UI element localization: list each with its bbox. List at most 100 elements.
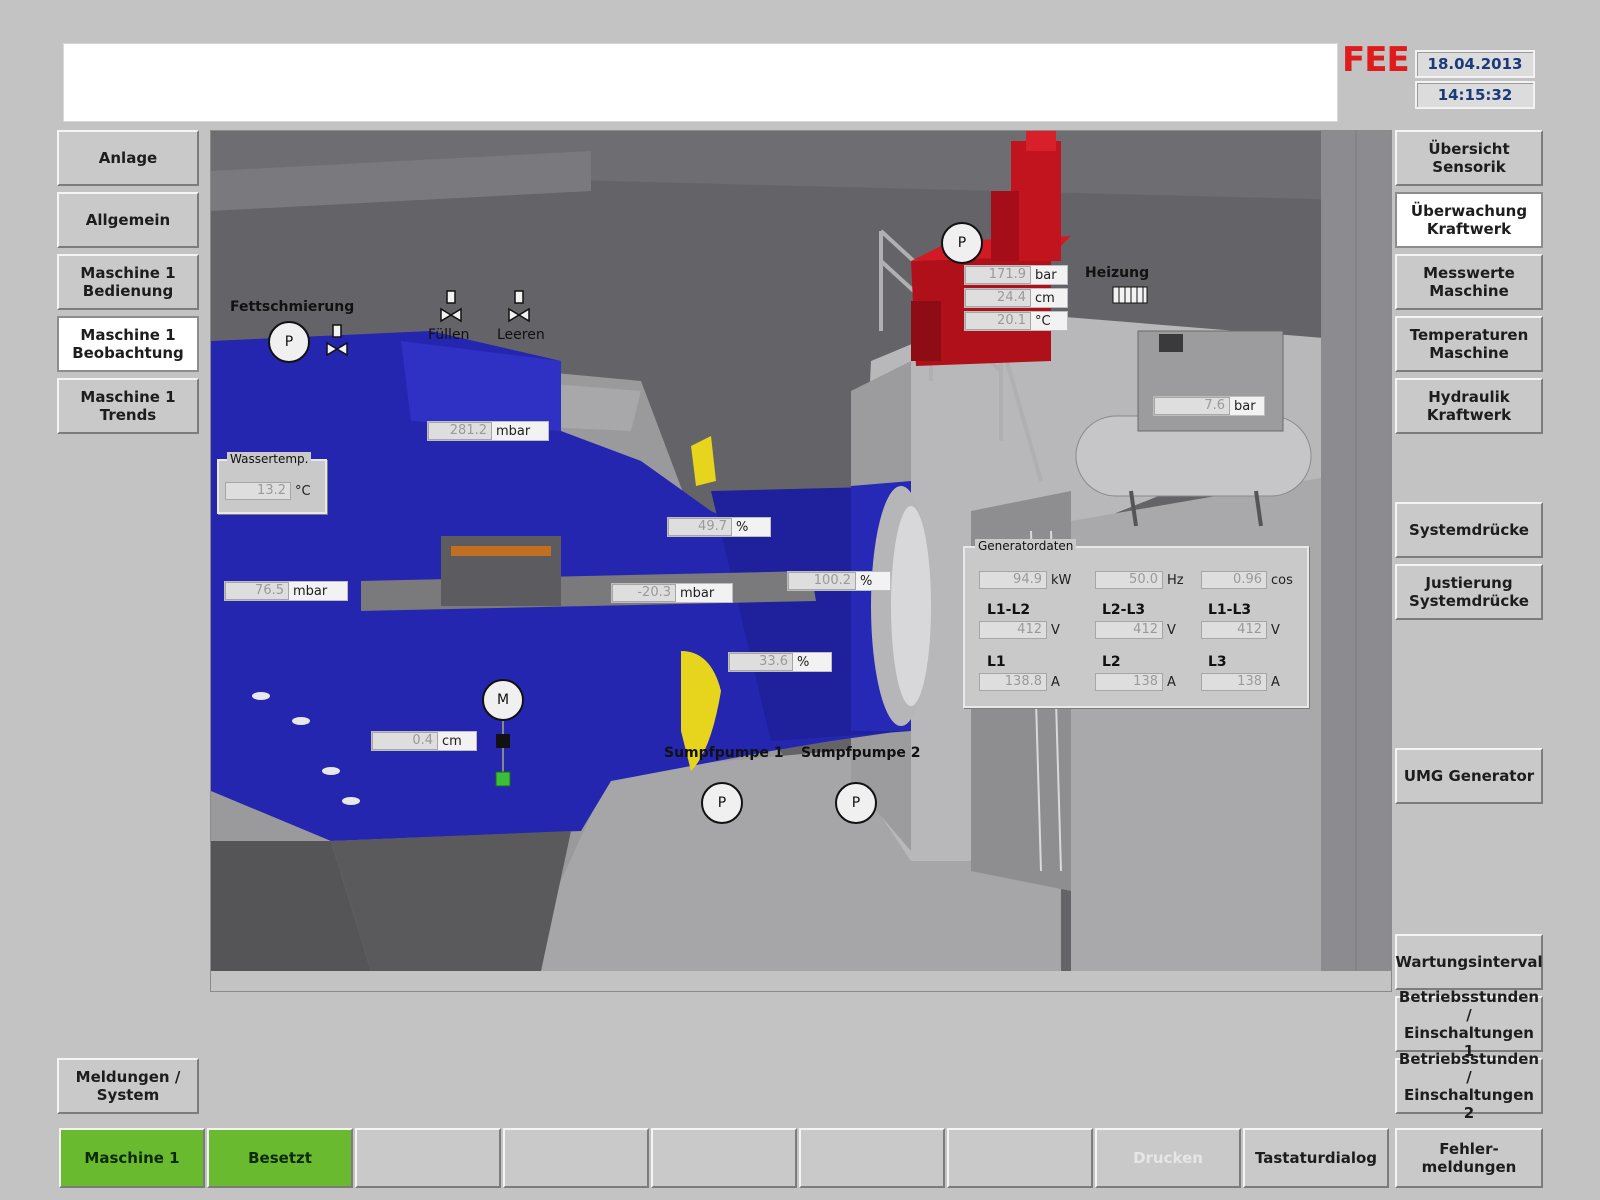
date-display: 18.04.2013: [1415, 50, 1535, 78]
nav-messwerte-maschine-button[interactable]: Messwerte Maschine: [1395, 254, 1543, 310]
reading-value: 20.1: [965, 312, 1031, 330]
reading-value: 94.9: [979, 571, 1047, 589]
reading-value: 76.5: [225, 582, 289, 600]
reading-value: 24.4: [965, 289, 1031, 307]
reading-unit: Hz: [1167, 572, 1184, 588]
generator-kw-field: 94.9 kW: [979, 570, 1079, 590]
reading-value: -20.3: [612, 584, 676, 602]
reading-unit: kW: [1051, 572, 1072, 588]
l1-l3-label: L1-L3: [1208, 602, 1252, 618]
hydraulic-temp-field: 20.1 °C: [964, 311, 1068, 331]
fehlermeldungen-button[interactable]: Fehler- meldungen: [1395, 1128, 1543, 1188]
wassertemp-title: Wassertemp.: [227, 452, 312, 466]
title-bar: [63, 43, 1338, 122]
sump-pump-2-icon[interactable]: P: [835, 782, 877, 824]
reading-value: 0.4: [372, 732, 438, 750]
l1-label: L1: [987, 654, 1006, 670]
current-l3-field: 138 A: [1201, 672, 1301, 692]
l2-label: L2: [1102, 654, 1121, 670]
sump-pump-1-icon[interactable]: P: [701, 782, 743, 824]
nav-wartungsinterval-button[interactable]: Wartungsinterval: [1395, 934, 1543, 990]
reading-unit: V: [1167, 622, 1176, 638]
reading-unit: mbar: [293, 583, 328, 599]
wassertemp-field: 13.2 °C: [225, 481, 321, 501]
opening-100-field: 100.2 %: [787, 571, 891, 591]
wassertemp-unit: °C: [295, 483, 311, 499]
current-l1-field: 138.8 A: [979, 672, 1079, 692]
nav-umg-generator-button[interactable]: UMG Generator: [1395, 748, 1543, 804]
motor-icon[interactable]: M: [482, 679, 524, 721]
nav-anlage-button[interactable]: Anlage: [57, 130, 199, 186]
function-key-7[interactable]: [947, 1128, 1093, 1188]
motor-status-indicator: [495, 771, 511, 787]
reading-value: 138: [1201, 673, 1267, 691]
reading-unit: V: [1051, 622, 1060, 638]
nav-justierung-systemdruecke-button[interactable]: Justierung Systemdrücke: [1395, 564, 1543, 620]
besetzt-status-button[interactable]: Besetzt: [207, 1128, 353, 1188]
reading-value: 171.9: [965, 266, 1031, 284]
power-plant-view: P P M P P Fettschmierung Füllen Leeren H…: [210, 130, 1392, 992]
nav-allgemein-button[interactable]: Allgemein: [57, 192, 199, 248]
reading-value: 138.8: [979, 673, 1047, 691]
hydraulic-pump-icon[interactable]: P: [941, 222, 983, 264]
wassertemp-group: Wassertemp. 13.2 °C: [217, 452, 327, 514]
maschine1-status-button[interactable]: Maschine 1: [59, 1128, 205, 1188]
reading-unit: A: [1051, 674, 1060, 690]
sumpfpumpe-1-label: Sumpfpumpe 1: [664, 745, 784, 761]
hydraulic-level-field: 24.4 cm: [964, 288, 1068, 308]
drucken-button[interactable]: Drucken: [1095, 1128, 1241, 1188]
pressure-281-field: 281.2 mbar: [427, 421, 549, 441]
reading-unit: A: [1271, 674, 1280, 690]
fuellen-label: Füllen: [428, 327, 470, 343]
nav-maschine1-bedienung-button[interactable]: Maschine 1 Bedienung: [57, 254, 199, 310]
function-key-5[interactable]: [651, 1128, 797, 1188]
nav-hydraulik-kraftwerk-button[interactable]: Hydraulik Kraftwerk: [1395, 378, 1543, 434]
nav-betriebsstunden-2-button[interactable]: Betriebsstunden / Einschaltungen 2: [1395, 1050, 1543, 1122]
nav-uebersicht-sensorik-button[interactable]: Übersicht Sensorik: [1395, 130, 1543, 186]
sumpfpumpe-2-label: Sumpfpumpe 2: [801, 745, 921, 761]
wassertemp-value: 13.2: [225, 482, 291, 500]
voltage-l2-l3-field: 412 V: [1095, 620, 1195, 640]
function-key-3[interactable]: [355, 1128, 501, 1188]
reading-unit: cm: [1035, 290, 1055, 306]
reading-unit: A: [1167, 674, 1176, 690]
grease-pump-icon[interactable]: P: [268, 321, 310, 363]
tastaturdialog-button[interactable]: Tastaturdialog: [1243, 1128, 1389, 1188]
nav-meldungen-system-button[interactable]: Meldungen / System: [57, 1058, 199, 1114]
hydraulic-pressure-field: 171.9 bar: [964, 265, 1068, 285]
l1-l2-label: L1-L2: [987, 602, 1031, 618]
l2-l3-label: L2-L3: [1102, 602, 1146, 618]
reading-value: 33.6: [729, 653, 793, 671]
nav-ueberwachung-kraftwerk-button[interactable]: Überwachung Kraftwerk: [1395, 192, 1543, 248]
reading-value: 412: [1201, 621, 1267, 639]
time-display: 14:15:32: [1415, 81, 1535, 109]
reading-value: 281.2: [428, 422, 492, 440]
pressure-76-field: 76.5 mbar: [224, 581, 348, 601]
reading-unit: bar: [1035, 267, 1057, 283]
generator-title: Generatordaten: [975, 539, 1077, 553]
nav-temperaturen-maschine-button[interactable]: Temperaturen Maschine: [1395, 316, 1543, 372]
reading-unit: mbar: [680, 585, 715, 601]
function-key-6[interactable]: [799, 1128, 945, 1188]
reading-value: 412: [979, 621, 1047, 639]
pressure-shaft-field: -20.3 mbar: [611, 583, 733, 603]
reading-value: 138: [1095, 673, 1163, 691]
reading-unit: °C: [1035, 313, 1051, 329]
reading-unit: cos: [1271, 572, 1293, 588]
company-logo: FEE: [1342, 40, 1410, 80]
nav-systemdruecke-button[interactable]: Systemdrücke: [1395, 502, 1543, 558]
reading-unit: mbar: [496, 423, 531, 439]
function-key-4[interactable]: [503, 1128, 649, 1188]
nav-betriebsstunden-1-button[interactable]: Betriebsstunden / Einschaltungen 1: [1395, 988, 1543, 1060]
generator-hz-field: 50.0 Hz: [1095, 570, 1195, 590]
voltage-l1-l3-field: 412 V: [1201, 620, 1301, 640]
level-cm-field: 0.4 cm: [371, 731, 477, 751]
reading-value: 100.2: [788, 572, 856, 590]
heizung-label: Heizung: [1085, 265, 1150, 281]
nav-maschine1-beobachtung-button[interactable]: Maschine 1 Beobachtung: [57, 316, 199, 372]
reading-unit: cm: [442, 733, 462, 749]
nav-maschine1-trends-button[interactable]: Maschine 1 Trends: [57, 378, 199, 434]
fettschmierung-label: Fettschmierung: [230, 299, 355, 315]
generator-data-group: Generatordaten 94.9 kW 50.0 Hz 0.96 cos …: [963, 539, 1309, 708]
reading-unit: V: [1271, 622, 1280, 638]
